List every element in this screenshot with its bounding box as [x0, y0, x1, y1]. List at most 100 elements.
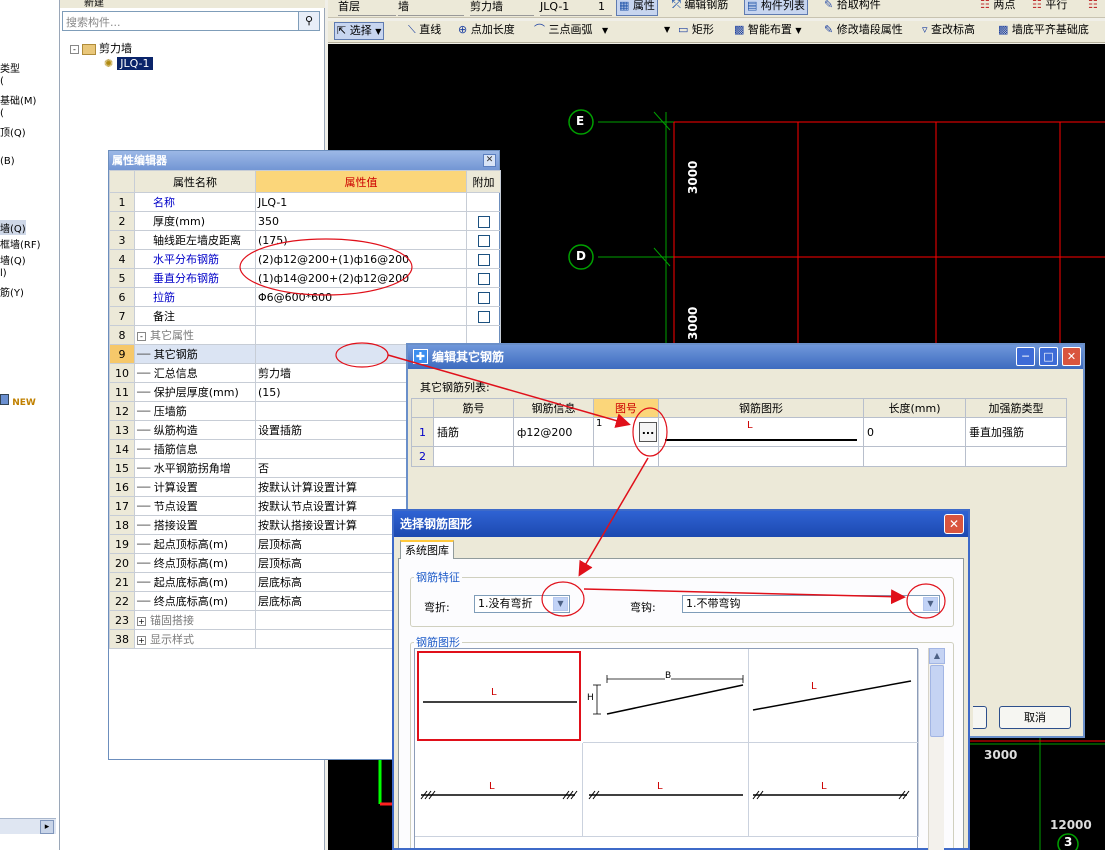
- expand-icon[interactable]: +: [137, 616, 146, 626]
- ok-button[interactable]: [973, 706, 987, 729]
- shape-cell-sloped[interactable]: L: [749, 649, 919, 743]
- property-value[interactable]: 350: [255, 211, 467, 231]
- property-value[interactable]: (175): [255, 230, 467, 250]
- property-row[interactable]: 8- 其它属性: [109, 325, 501, 345]
- extra-checkbox[interactable]: [477, 234, 490, 247]
- cell-bar-name[interactable]: [433, 446, 514, 467]
- chevron-down-icon[interactable]: ▼: [553, 597, 568, 611]
- count-field[interactable]: 1: [598, 0, 612, 16]
- close-icon[interactable]: ✕: [483, 154, 496, 167]
- edit-rebar-titlebar[interactable]: ✚ 编辑其它钢筋 ─ □ ✕: [408, 345, 1083, 369]
- type-select[interactable]: 墙: [398, 0, 464, 16]
- dropdown-button[interactable]: ▼: [662, 22, 672, 40]
- pick-component-button[interactable]: ✎ 拾取构件: [822, 0, 883, 15]
- property-row[interactable]: 3 轴线距左墙皮距离 (175): [109, 230, 501, 250]
- extra-checkbox[interactable]: [477, 272, 490, 285]
- select-shape-titlebar[interactable]: 选择钢筋图形 ✕: [394, 511, 968, 537]
- extra-checkbox[interactable]: [477, 291, 490, 304]
- shape-cell-hooked-left[interactable]: L: [583, 743, 749, 837]
- close-icon[interactable]: ✕: [944, 514, 964, 534]
- property-value[interactable]: (1)ф14@200+(2)ф12@200: [255, 268, 467, 288]
- check-elevation-button[interactable]: ▿ 查改标高: [920, 22, 977, 40]
- subtype-select[interactable]: 剪力墙: [470, 0, 534, 16]
- table-row[interactable]: 1 插筋 ф12@200 1 ... L 0 垂直加强筋: [411, 417, 1067, 447]
- cell-rebar-shape[interactable]: [658, 446, 864, 467]
- property-value[interactable]: (2)ф12@200+(1)ф16@200: [255, 249, 467, 269]
- property-value[interactable]: JLQ-1: [255, 192, 467, 212]
- property-row[interactable]: 1 名称 JLQ-1: [109, 192, 501, 212]
- chevron-down-icon[interactable]: ▼: [923, 597, 938, 611]
- nav-item[interactable]: l): [0, 268, 7, 279]
- property-value[interactable]: Φ6@600*600: [255, 287, 467, 307]
- collapse-icon[interactable]: -: [70, 44, 79, 54]
- cell-bar-name[interactable]: 插筋: [433, 417, 514, 447]
- table-row[interactable]: 2: [411, 446, 1067, 467]
- cell-rebar-info[interactable]: ф12@200: [513, 417, 594, 447]
- cell-length[interactable]: [863, 446, 966, 467]
- scroll-up-icon[interactable]: ▲: [929, 648, 945, 664]
- maximize-icon[interactable]: □: [1039, 347, 1058, 366]
- extra-checkbox[interactable]: [477, 310, 490, 323]
- shape-grid-scrollbar[interactable]: ▲: [928, 648, 945, 850]
- close-icon[interactable]: ✕: [1062, 347, 1081, 366]
- nav-item[interactable]: (: [0, 108, 4, 119]
- nav-item[interactable]: 框墙(RF): [0, 236, 41, 251]
- scroll-right-icon[interactable]: ▸: [40, 820, 54, 834]
- property-row[interactable]: 4 水平分布钢筋 (2)ф12@200+(1)ф16@200: [109, 249, 501, 269]
- nav-item[interactable]: 筋(Y): [0, 284, 24, 299]
- cell-length[interactable]: 0: [863, 417, 966, 447]
- search-icon[interactable]: ⚲: [298, 11, 320, 31]
- floor-select[interactable]: 首层: [338, 0, 396, 16]
- rect-button[interactable]: ▭ 矩形: [676, 22, 716, 40]
- nav-item[interactable]: (: [0, 76, 4, 87]
- align-bottom-button[interactable]: ▩ 墙底平齐基础底: [996, 22, 1091, 40]
- property-value[interactable]: [255, 306, 467, 326]
- cell-type[interactable]: 垂直加强筋: [965, 417, 1067, 447]
- cell-shape-no[interactable]: [593, 446, 659, 467]
- nav-item[interactable]: 顶(Q): [0, 124, 26, 139]
- smart-layout-button[interactable]: ▩ 智能布置 ▼: [732, 22, 804, 40]
- property-row[interactable]: 7 备注: [109, 306, 501, 326]
- extra-checkbox[interactable]: [477, 253, 490, 266]
- select-button[interactable]: ⇱ 选择 ▼: [334, 22, 385, 40]
- property-value[interactable]: [255, 325, 467, 345]
- tree-node-root[interactable]: - 剪力墙: [70, 40, 132, 56]
- extra-checkbox[interactable]: [477, 215, 490, 228]
- new-button[interactable]: 新建: [84, 0, 104, 8]
- nav-item[interactable]: 基础(M): [0, 92, 36, 107]
- edit-rebar-button[interactable]: ⤱ 编辑钢筋: [670, 0, 730, 15]
- nav-item[interactable]: 类型: [0, 60, 20, 75]
- tab-system-library[interactable]: 系统图库: [400, 540, 454, 559]
- new-badge-item[interactable]: NEW: [0, 394, 36, 408]
- cell-type[interactable]: [965, 446, 1067, 467]
- bend-select[interactable]: 1.没有弯折 ▼: [474, 595, 570, 613]
- component-list-button[interactable]: ▤ 构件列表: [744, 0, 808, 15]
- nav-item[interactable]: (B): [0, 156, 15, 167]
- browse-shape-button[interactable]: ...: [639, 422, 657, 442]
- line-button[interactable]: ⟍ 直线: [406, 22, 443, 40]
- shape-cell-straight[interactable]: L: [417, 651, 581, 741]
- two-points-button[interactable]: ☷ 两点: [978, 0, 1017, 15]
- property-row[interactable]: 6 拉筋 Φ6@600*600: [109, 287, 501, 307]
- component-select[interactable]: JLQ-1: [540, 0, 598, 16]
- horizontal-scrollbar[interactable]: ▸: [0, 818, 56, 834]
- scroll-thumb[interactable]: [930, 665, 944, 737]
- collapse-icon[interactable]: -: [137, 331, 146, 341]
- nav-item[interactable]: 墙(Q): [0, 252, 26, 267]
- cell-shape-no[interactable]: 1 ...: [593, 417, 659, 447]
- nav-item-selected[interactable]: 墙(Q): [0, 220, 26, 235]
- point-length-button[interactable]: ⊕ 点加长度: [456, 22, 517, 40]
- tree-node-child[interactable]: ✺ JLQ-1: [104, 57, 153, 70]
- shape-cell-sloped-hb[interactable]: B H: [583, 649, 749, 743]
- minimize-icon[interactable]: ─: [1016, 347, 1035, 366]
- cell-rebar-info[interactable]: [513, 446, 594, 467]
- shape-cell-hooked-both[interactable]: L: [415, 743, 583, 837]
- hook-select[interactable]: 1.不带弯钩 ▼: [682, 595, 940, 613]
- property-row[interactable]: 5 垂直分布钢筋 (1)ф14@200+(2)ф12@200: [109, 268, 501, 288]
- three-point-arc-button[interactable]: ⌒ 三点画弧 ▼: [532, 22, 610, 40]
- cancel-button[interactable]: 取消: [999, 706, 1071, 729]
- property-editor-titlebar[interactable]: 属性编辑器 ✕: [109, 151, 499, 170]
- property-row[interactable]: 2 厚度(mm) 350: [109, 211, 501, 231]
- search-input[interactable]: 搜索构件...: [62, 11, 300, 31]
- more-button[interactable]: ☷: [1086, 0, 1100, 15]
